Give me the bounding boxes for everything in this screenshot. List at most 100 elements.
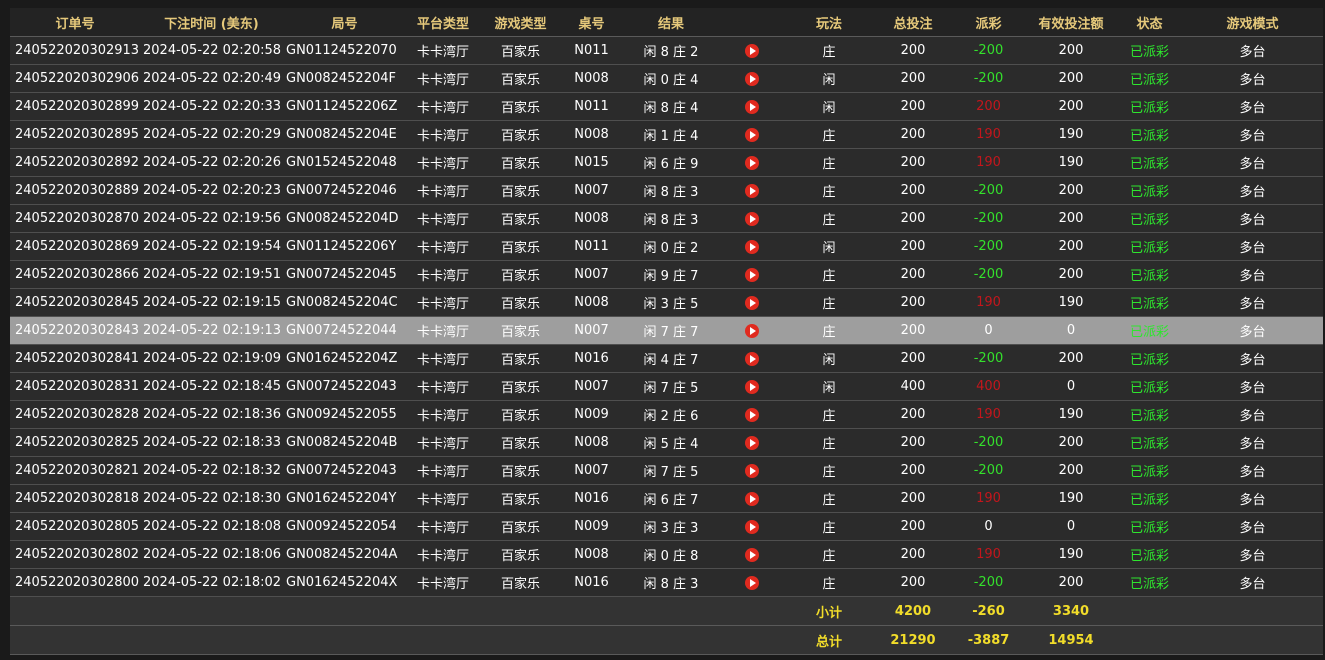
play-circle-icon[interactable]: [745, 491, 759, 506]
cell-replay[interactable]: [720, 148, 784, 177]
cell-table-no: N007: [561, 372, 622, 401]
play-circle-icon[interactable]: [745, 127, 759, 142]
cell-replay[interactable]: [720, 540, 784, 569]
cell-status: 已派彩: [1117, 232, 1182, 261]
cell-replay[interactable]: [720, 64, 784, 93]
header-status: 状态: [1117, 8, 1182, 37]
cell-round-id: GN0082452204F: [283, 64, 406, 93]
cell-round-id: GN0162452204Z: [283, 344, 406, 373]
play-circle-icon[interactable]: [745, 239, 759, 254]
total-payout: -3887: [952, 625, 1025, 655]
play-circle-icon[interactable]: [745, 211, 759, 226]
cell-status: 已派彩: [1117, 400, 1182, 429]
play-circle-icon[interactable]: [745, 547, 759, 562]
cell-bet-type: 庄: [784, 120, 874, 149]
bet-history-table: 订单号 下注时间 (美东) 局号 平台类型 游戏类型 桌号 结果 玩法 总投注 派彩 有效投注额 状态…: [10, 8, 1323, 655]
play-circle-icon[interactable]: [745, 575, 759, 590]
cell-replay[interactable]: [720, 260, 784, 289]
cell-bet-time: 2024-05-22 02:20:49: [140, 64, 283, 93]
cell-game-type: 百家乐: [480, 344, 561, 373]
play-circle-icon[interactable]: [745, 519, 759, 534]
cell-replay[interactable]: [720, 316, 784, 345]
cell-payout: -200: [952, 456, 1025, 485]
header-order-id: 订单号: [10, 8, 140, 37]
cell-game-type: 百家乐: [480, 204, 561, 233]
subtotal-label: 小计: [784, 596, 874, 626]
cell-bet-time: 2024-05-22 02:18:30: [140, 484, 283, 513]
cell-replay[interactable]: [720, 120, 784, 149]
cell-table-no: N008: [561, 120, 622, 149]
play-circle-icon[interactable]: [745, 463, 759, 478]
cell-replay[interactable]: [720, 344, 784, 373]
cell-status: 已派彩: [1117, 456, 1182, 485]
cell-bet-time: 2024-05-22 02:20:29: [140, 120, 283, 149]
cell-valid-bet: 200: [1025, 232, 1117, 261]
cell-replay[interactable]: [720, 568, 784, 597]
cell-round-id: GN0082452204A: [283, 540, 406, 569]
cell-table-no: N011: [561, 92, 622, 121]
cell-payout: -200: [952, 204, 1025, 233]
cell-bet-type: 庄: [784, 36, 874, 65]
cell-payout: 190: [952, 288, 1025, 317]
play-circle-icon[interactable]: [745, 267, 759, 282]
play-circle-icon[interactable]: [745, 379, 759, 394]
table-footer: 小计 4200 -260 3340 总计 21290 -3887 14954: [10, 596, 1323, 655]
cell-valid-bet: 200: [1025, 568, 1117, 597]
play-circle-icon[interactable]: [745, 323, 759, 338]
cell-result: 闲 7 庄 5: [622, 372, 720, 401]
cell-platform: 卡卡湾厅: [406, 540, 480, 569]
table-body: 240522020302913 2024-05-22 02:20:58 GN0112…: [10, 36, 1323, 597]
cell-payout: 0: [952, 512, 1025, 541]
total-label: 总计: [784, 625, 874, 655]
play-circle-icon[interactable]: [745, 295, 759, 310]
play-circle-icon[interactable]: [745, 407, 759, 422]
cell-table-no: N008: [561, 64, 622, 93]
play-circle-icon[interactable]: [745, 351, 759, 366]
cell-bet-time: 2024-05-22 02:20:23: [140, 176, 283, 205]
cell-bet-type: 庄: [784, 288, 874, 317]
play-circle-icon[interactable]: [745, 183, 759, 198]
cell-payout: 400: [952, 372, 1025, 401]
cell-bet-time: 2024-05-22 02:19:09: [140, 344, 283, 373]
cell-replay[interactable]: [720, 176, 784, 205]
total-row: 总计 21290 -3887 14954: [10, 625, 1323, 655]
cell-total-bet: 200: [874, 540, 952, 569]
cell-replay[interactable]: [720, 36, 784, 65]
table-row: 240522020302845 2024-05-22 02:19:15 GN0082…: [10, 288, 1323, 317]
cell-order-id: 240522020302805: [10, 512, 140, 541]
play-circle-icon[interactable]: [745, 99, 759, 114]
cell-replay[interactable]: [720, 288, 784, 317]
cell-order-id: 240522020302831: [10, 372, 140, 401]
cell-order-id: 240522020302825: [10, 428, 140, 457]
cell-bet-time: 2024-05-22 02:19:13: [140, 316, 283, 345]
cell-bet-time: 2024-05-22 02:20:58: [140, 36, 283, 65]
cell-replay[interactable]: [720, 428, 784, 457]
table-row: 240522020302818 2024-05-22 02:18:30 GN0162…: [10, 484, 1323, 513]
cell-replay[interactable]: [720, 232, 784, 261]
cell-replay[interactable]: [720, 204, 784, 233]
header-bet-time: 下注时间 (美东): [140, 8, 283, 37]
header-replay: [720, 8, 784, 37]
header-payout: 派彩: [952, 8, 1025, 37]
cell-platform: 卡卡湾厅: [406, 512, 480, 541]
play-circle-icon[interactable]: [745, 43, 759, 58]
play-circle-icon[interactable]: [745, 155, 759, 170]
cell-replay[interactable]: [720, 456, 784, 485]
cell-replay[interactable]: [720, 512, 784, 541]
cell-replay[interactable]: [720, 484, 784, 513]
cell-status: 已派彩: [1117, 540, 1182, 569]
cell-bet-time: 2024-05-22 02:18:06: [140, 540, 283, 569]
cell-game-type: 百家乐: [480, 92, 561, 121]
cell-total-bet: 200: [874, 428, 952, 457]
cell-game-type: 百家乐: [480, 64, 561, 93]
cell-valid-bet: 200: [1025, 36, 1117, 65]
cell-replay[interactable]: [720, 400, 784, 429]
cell-game-type: 百家乐: [480, 148, 561, 177]
play-circle-icon[interactable]: [745, 435, 759, 450]
cell-replay[interactable]: [720, 92, 784, 121]
cell-replay[interactable]: [720, 372, 784, 401]
cell-round-id: GN0112452206Z: [283, 92, 406, 121]
cell-valid-bet: 200: [1025, 92, 1117, 121]
cell-payout: -200: [952, 64, 1025, 93]
play-circle-icon[interactable]: [745, 71, 759, 86]
